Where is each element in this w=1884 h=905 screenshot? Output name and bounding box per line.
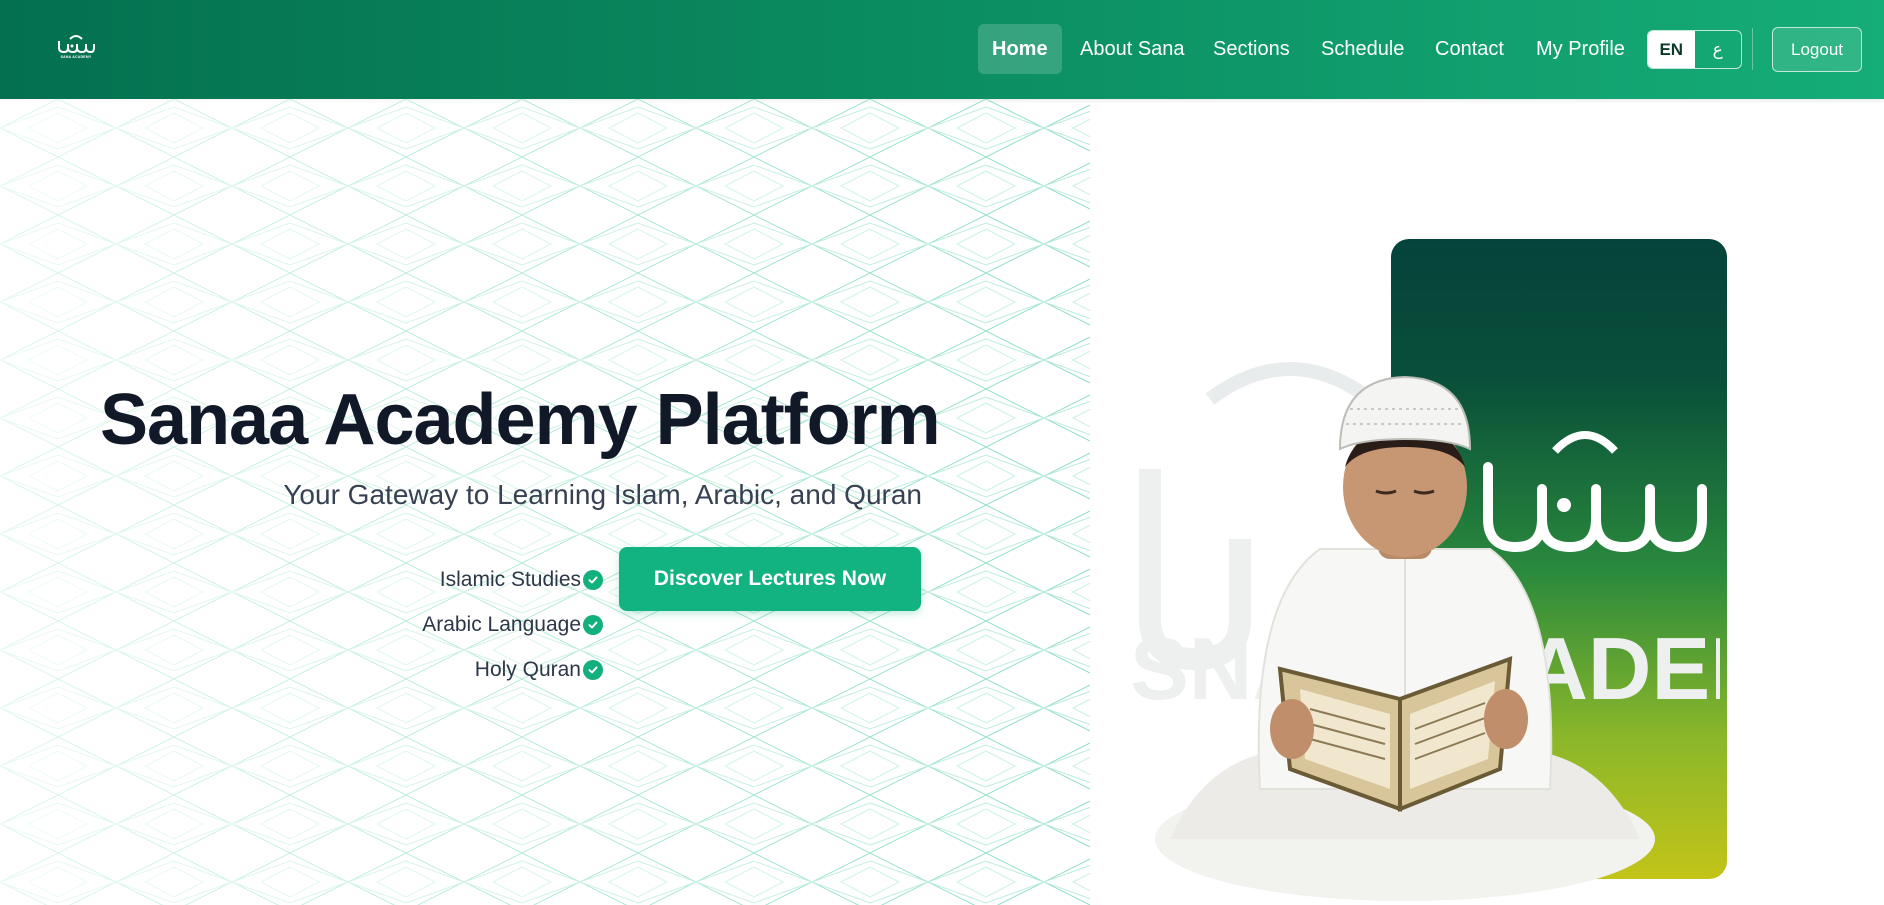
feature-label: Islamic Studies: [439, 567, 581, 591]
feature-item: Arabic Language: [360, 602, 603, 647]
nav-about-sana[interactable]: About Sana: [1080, 24, 1185, 74]
hero-title: Sanaa Academy Platform: [100, 380, 941, 460]
nav-sections[interactable]: Sections: [1213, 24, 1290, 74]
logo-caption: SANA ACADEMY: [60, 55, 92, 59]
feature-list: Islamic Studies Arabic Language Holy Qur…: [360, 557, 603, 692]
feature-label: Arabic Language: [422, 612, 581, 636]
feature-label: Holy Quran: [474, 657, 581, 681]
discover-lectures-button[interactable]: Discover Lectures Now: [619, 547, 921, 611]
nav-divider: [1752, 28, 1753, 70]
hero-subtitle: Your Gateway to Learning Islam, Arabic, …: [283, 479, 922, 510]
logout-button[interactable]: Logout: [1772, 27, 1862, 72]
hero-section: Sanaa Academy Platform Your Gateway to L…: [0, 99, 1884, 905]
top-navbar: SANA ACADEMY Home About Sana Sections Sc…: [0, 0, 1884, 99]
lang-ar-button[interactable]: ع: [1695, 31, 1742, 68]
nav-my-profile[interactable]: My Profile: [1536, 24, 1625, 74]
nav-contact[interactable]: Contact: [1435, 24, 1504, 74]
check-circle-icon: [583, 659, 603, 680]
check-circle-icon: [583, 569, 603, 590]
check-circle-icon: [583, 614, 603, 635]
sana-logo-icon[interactable]: SANA ACADEMY: [56, 32, 96, 62]
lang-en-button[interactable]: EN: [1648, 31, 1695, 68]
language-switcher: EN ع: [1647, 30, 1742, 69]
nav-home[interactable]: Home: [978, 24, 1062, 74]
feature-item: Islamic Studies: [360, 557, 603, 602]
feature-item: Holy Quran: [360, 647, 603, 692]
nav-schedule[interactable]: Schedule: [1321, 24, 1404, 74]
boy-reading-quran-illustration: [1155, 375, 1655, 901]
